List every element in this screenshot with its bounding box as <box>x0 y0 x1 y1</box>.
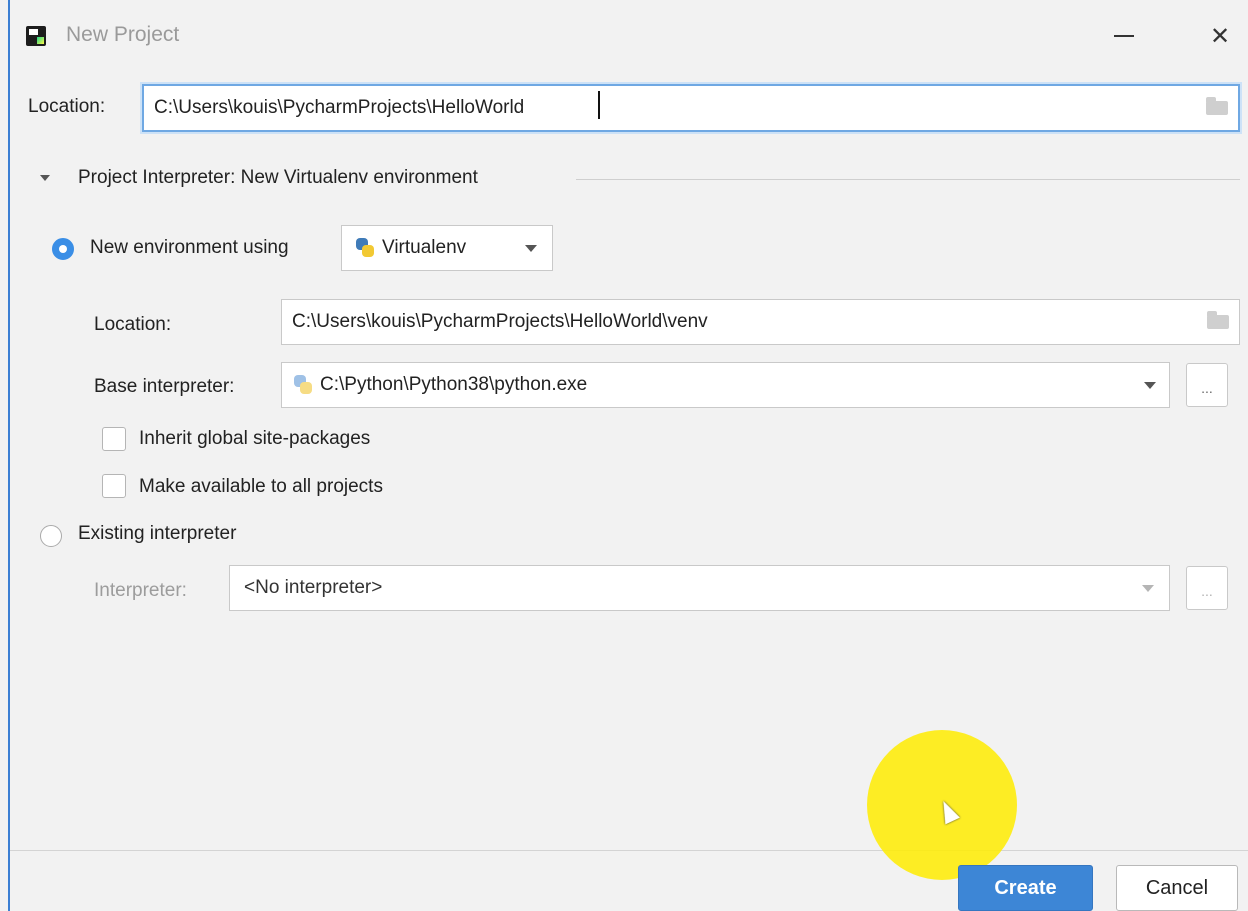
inherit-site-packages-label[interactable]: Inherit global site-packages <box>139 428 370 450</box>
browse-base-interpreter-button[interactable]: ... <box>1186 363 1228 407</box>
folder-icon[interactable] <box>1207 311 1229 329</box>
new-environment-radio[interactable] <box>52 238 74 260</box>
base-interpreter-select[interactable]: C:\Python\Python38\python.exe <box>281 362 1170 408</box>
chevron-down-icon <box>1144 382 1156 389</box>
venv-location-input[interactable]: C:\Users\kouis\PycharmProjects\HelloWorl… <box>281 299 1240 345</box>
window-title: New Project <box>66 23 180 46</box>
venv-location-label: Location: <box>94 314 172 335</box>
base-interpreter-label: Base interpreter: <box>94 376 235 397</box>
browse-interpreter-button[interactable]: ... <box>1186 566 1228 610</box>
create-button[interactable]: Create <box>958 865 1093 911</box>
base-interpreter-value: C:\Python\Python38\python.exe <box>320 374 588 395</box>
new-project-dialog: New Project ✕ Location: C:\Users\kouis\P… <box>8 0 1248 911</box>
folder-icon[interactable] <box>1206 97 1228 115</box>
text-caret <box>598 91 600 119</box>
section-divider <box>576 179 1240 180</box>
chevron-down-icon <box>1142 585 1154 592</box>
cancel-button[interactable]: Cancel <box>1116 865 1238 911</box>
venv-location-value: C:\Users\kouis\PycharmProjects\HelloWorl… <box>292 311 708 332</box>
project-location-value: C:\Users\kouis\PycharmProjects\HelloWorl… <box>154 97 525 118</box>
interpreter-section-title[interactable]: Project Interpreter: New Virtualenv envi… <box>78 167 478 189</box>
title-bar: New Project ✕ <box>10 0 1248 72</box>
environment-tool-value: Virtualenv <box>382 237 467 258</box>
python-icon <box>354 237 376 259</box>
interpreter-label: Interpreter: <box>94 580 187 601</box>
existing-interpreter-label[interactable]: Existing interpreter <box>78 523 236 545</box>
footer-divider <box>10 850 1248 851</box>
python-icon <box>292 374 314 396</box>
interpreter-select[interactable]: <No interpreter> <box>229 565 1170 611</box>
location-label: Location: <box>28 96 106 117</box>
minimize-button[interactable] <box>1100 14 1148 58</box>
new-environment-label[interactable]: New environment using <box>90 237 289 259</box>
existing-interpreter-radio[interactable] <box>40 525 62 547</box>
interpreter-value: <No interpreter> <box>244 577 383 598</box>
chevron-down-icon <box>525 245 537 252</box>
environment-tool-select[interactable]: Virtualenv <box>341 225 553 271</box>
pycharm-icon <box>26 26 46 46</box>
close-icon: ✕ <box>1209 22 1231 50</box>
project-location-input[interactable]: C:\Users\kouis\PycharmProjects\HelloWorl… <box>142 84 1240 132</box>
make-available-checkbox[interactable] <box>102 474 126 498</box>
close-button[interactable]: ✕ <box>1196 14 1244 58</box>
triangle-down-icon[interactable] <box>40 175 50 181</box>
make-available-label[interactable]: Make available to all projects <box>139 476 383 498</box>
inherit-site-packages-checkbox[interactable] <box>102 427 126 451</box>
minimize-icon <box>1114 35 1134 37</box>
